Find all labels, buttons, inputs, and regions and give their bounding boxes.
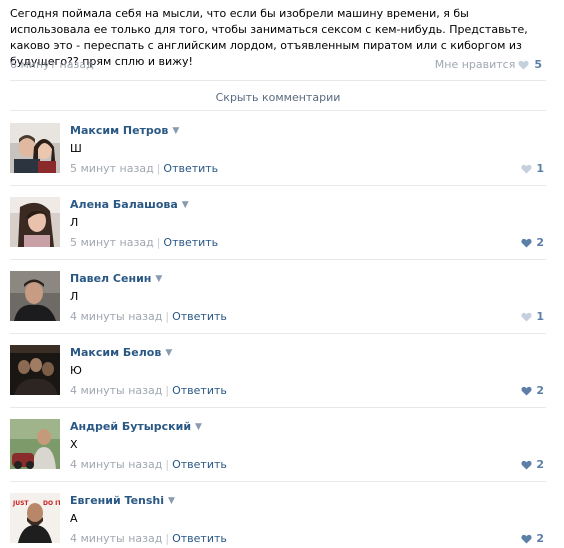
dropdown-arrow-icon[interactable]: ▼ <box>155 274 162 284</box>
comment-author-name[interactable]: Павел Сенин <box>70 272 151 285</box>
reply-link[interactable]: Ответить <box>172 458 227 471</box>
heart-icon <box>521 238 532 248</box>
comment-like-button[interactable]: 2 <box>521 458 544 471</box>
comment-like-button[interactable]: 2 <box>521 384 544 397</box>
post-time[interactable]: 6 минут назад <box>10 58 94 71</box>
separator: | <box>165 532 170 545</box>
avatar-logo-text: JUST <box>12 500 29 507</box>
reply-link[interactable]: Ответить <box>163 162 218 175</box>
comment-author[interactable]: Евгений Tenshi ▼ <box>70 494 175 507</box>
dropdown-arrow-icon[interactable]: ▼ <box>165 348 172 358</box>
comment-time[interactable]: 4 минуты назад <box>70 458 162 471</box>
post-like-count: 5 <box>534 58 542 71</box>
comment-text: Ю <box>70 364 82 377</box>
comment-author[interactable]: Максим Петров ▼ <box>70 124 179 137</box>
divider <box>10 80 546 81</box>
heart-icon <box>521 534 532 544</box>
heart-icon <box>521 460 532 470</box>
comment-meta: 4 минуты назад | Ответить <box>70 532 227 545</box>
comment-item: Павел Сенин ▼ Л 4 минуты назад | Ответить … <box>0 260 564 334</box>
heart-icon <box>518 60 529 70</box>
comment-like-count: 2 <box>536 532 544 545</box>
separator: | <box>165 458 170 471</box>
comment-like-count: 1 <box>536 310 544 323</box>
heart-icon <box>521 312 532 322</box>
comment-author[interactable]: Павел Сенин ▼ <box>70 272 162 285</box>
reply-link[interactable]: Ответить <box>172 310 227 323</box>
comment-meta: 4 минуты назад | Ответить <box>70 458 227 471</box>
comment-like-button[interactable]: 1 <box>521 162 544 175</box>
comment-item: Максим Петров ▼ Ш 5 минут назад | Ответить… <box>0 112 564 186</box>
comment-text: Х <box>70 438 78 451</box>
comment-author[interactable]: Андрей Бутырский ▼ <box>70 420 202 433</box>
dropdown-arrow-icon[interactable]: ▼ <box>172 126 179 136</box>
comment-time[interactable]: 5 минут назад <box>70 236 154 249</box>
comment-text: А <box>70 512 78 525</box>
comment-author[interactable]: Алена Балашова ▼ <box>70 198 189 211</box>
separator: | <box>156 162 161 175</box>
comment-item: JUST DO IT Евгений Tenshi ▼ А 4 минуты н… <box>0 482 564 548</box>
avatar[interactable] <box>10 197 60 247</box>
comment-item: Максим Белов ▼ Ю 4 минуты назад | Ответить… <box>0 334 564 408</box>
comment-meta: 4 минуты назад | Ответить <box>70 384 227 397</box>
comment-author[interactable]: Максим Белов ▼ <box>70 346 172 359</box>
avatar[interactable] <box>10 271 60 321</box>
comment-author-name[interactable]: Максим Петров <box>70 124 168 137</box>
post-meta: 6 минут назад Мне нравится 5 <box>10 58 542 72</box>
heart-icon <box>521 164 532 174</box>
reply-link[interactable]: Ответить <box>163 236 218 249</box>
divider <box>10 110 546 111</box>
comment-like-count: 2 <box>536 458 544 471</box>
comment-like-button[interactable]: 2 <box>521 236 544 249</box>
avatar[interactable] <box>10 123 60 173</box>
comment-text: Л <box>70 216 79 229</box>
comment-time[interactable]: 4 минуты назад <box>70 532 162 545</box>
comment-item: Алена Балашова ▼ Л 5 минут назад | Ответит… <box>0 186 564 260</box>
separator: | <box>165 310 170 323</box>
comment-author-name[interactable]: Андрей Бутырский <box>70 420 191 433</box>
comment-item: Андрей Бутырский ▼ Х 4 минуты назад | Отве… <box>0 408 564 482</box>
comment-like-count: 2 <box>536 236 544 249</box>
comment-like-count: 1 <box>536 162 544 175</box>
avatar-logo-text: DO IT <box>43 500 60 507</box>
reply-link[interactable]: Ответить <box>172 532 227 545</box>
comment-text: Ш <box>70 142 82 155</box>
comment-time[interactable]: 5 минут назад <box>70 162 154 175</box>
separator: | <box>165 384 170 397</box>
reply-link[interactable]: Ответить <box>172 384 227 397</box>
avatar[interactable]: JUST DO IT <box>10 493 60 543</box>
separator: | <box>156 236 161 249</box>
comment-author-name[interactable]: Максим Белов <box>70 346 161 359</box>
dropdown-arrow-icon[interactable]: ▼ <box>168 496 175 506</box>
comment-time[interactable]: 4 минуты назад <box>70 310 162 323</box>
comment-text: Л <box>70 290 79 303</box>
comment-like-count: 2 <box>536 384 544 397</box>
post-like-button[interactable]: Мне нравится 5 <box>435 58 542 71</box>
dropdown-arrow-icon[interactable]: ▼ <box>182 200 189 210</box>
comment-author-name[interactable]: Алена Балашова <box>70 198 178 211</box>
avatar[interactable] <box>10 419 60 469</box>
comment-time[interactable]: 4 минуты назад <box>70 384 162 397</box>
heart-icon <box>521 386 532 396</box>
comment-like-button[interactable]: 1 <box>521 310 544 323</box>
post-like-label: Мне нравится <box>434 58 516 71</box>
dropdown-arrow-icon[interactable]: ▼ <box>195 422 202 432</box>
comment-meta: 5 минут назад | Ответить <box>70 236 218 249</box>
avatar[interactable] <box>10 345 60 395</box>
comment-like-button[interactable]: 2 <box>521 532 544 545</box>
hide-comments-link[interactable]: Скрыть комментарии <box>10 91 546 104</box>
comment-meta: 5 минут назад | Ответить <box>70 162 218 175</box>
comment-author-name[interactable]: Евгений Tenshi <box>70 494 164 507</box>
comment-meta: 4 минуты назад | Ответить <box>70 310 227 323</box>
